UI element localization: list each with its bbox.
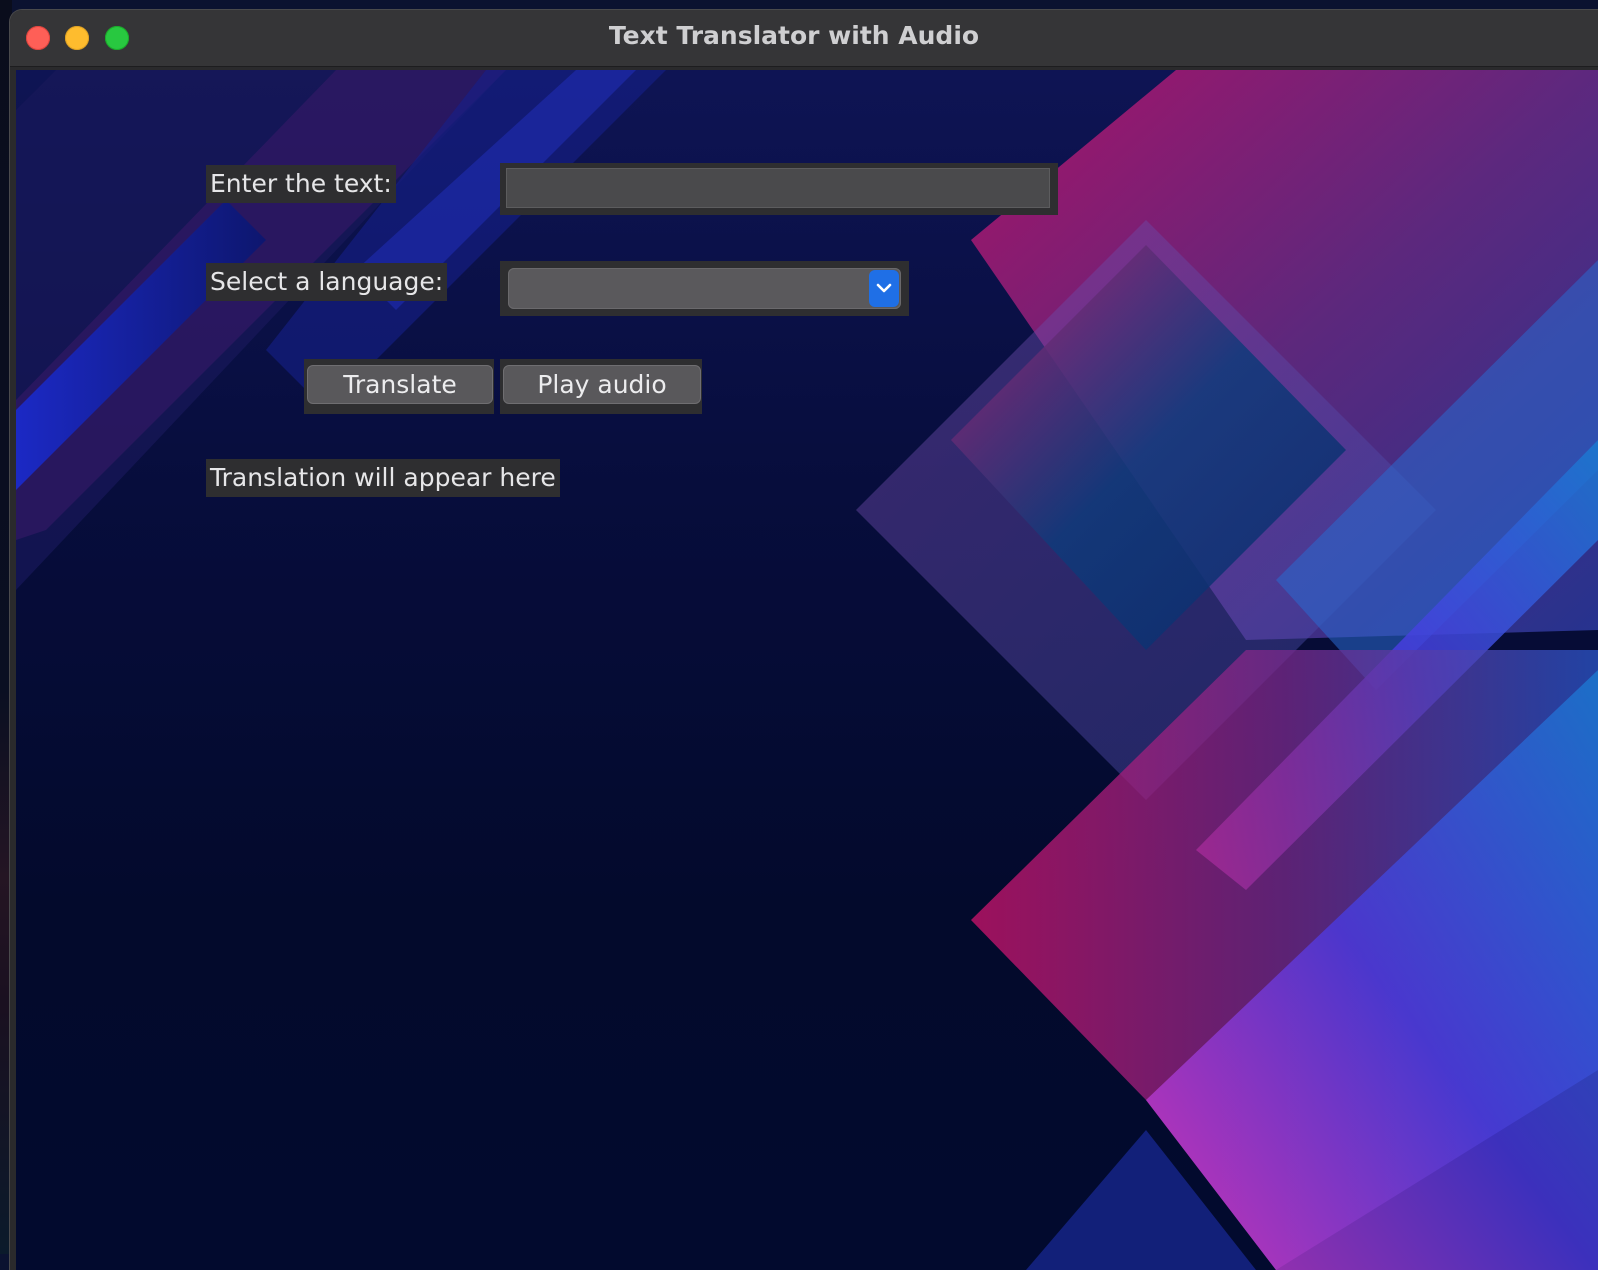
title-bar: Text Translator with Audio [10,10,1598,67]
translation-result-label: Translation will appear here [206,459,560,497]
window-title: Text Translator with Audio [608,21,980,50]
text-input-label: Enter the text: [206,165,396,203]
language-select-container [500,261,909,316]
background-artwork [16,70,1598,1270]
chevron-down-icon [876,283,892,293]
play-audio-button[interactable]: Play audio [503,365,701,404]
app-window: Text Translator with Audio Enter the tex… [10,10,1598,1270]
translate-button[interactable]: Translate [307,365,493,404]
language-select[interactable] [508,268,901,309]
text-input-container [500,163,1058,215]
language-dropdown-button[interactable] [869,270,899,307]
main-content: Enter the text: Select a language: Trans… [16,70,1598,1270]
translate-button-container: Translate [304,359,494,414]
play-audio-button-container: Play audio [500,359,702,414]
text-input[interactable] [506,168,1050,208]
language-select-label: Select a language: [206,263,448,301]
